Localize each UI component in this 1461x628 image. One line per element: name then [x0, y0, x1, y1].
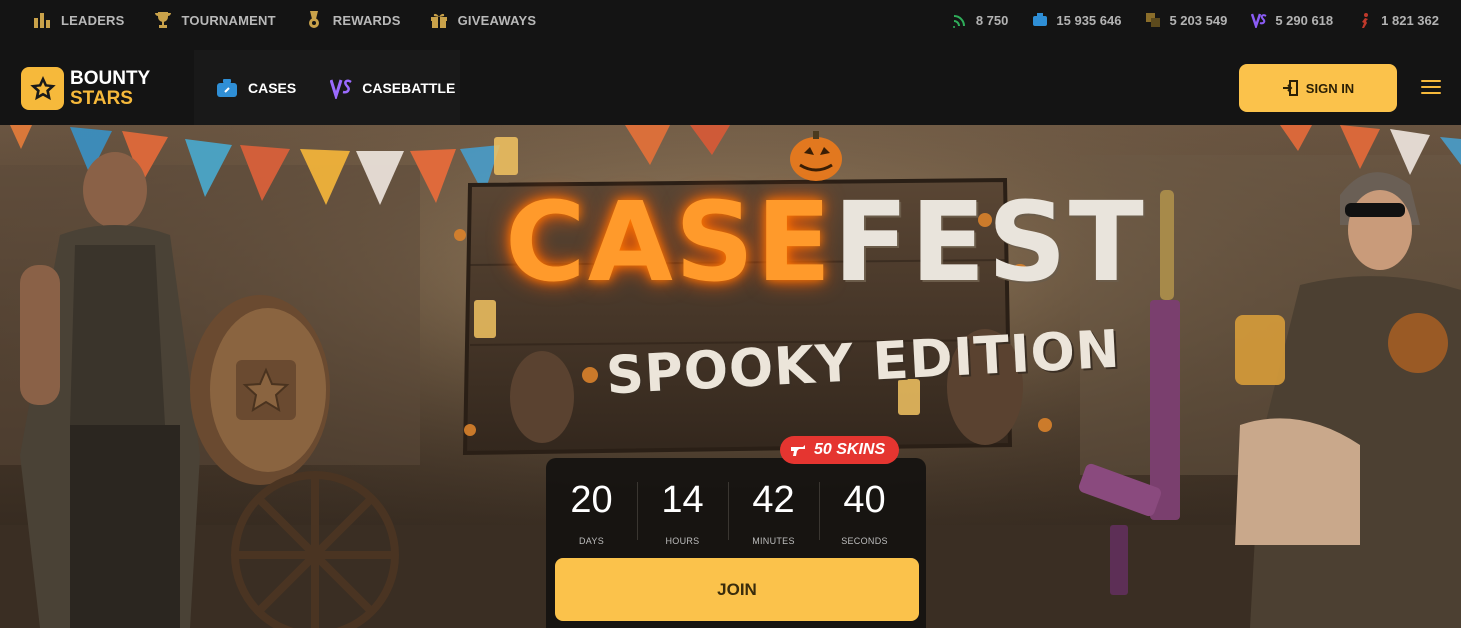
stat-users: 1 821 362 — [1357, 12, 1439, 28]
medal-icon — [308, 11, 319, 28]
stat-casebattles-value: 5 290 618 — [1275, 12, 1334, 28]
casefest-title: CASEFEST — [505, 187, 1146, 297]
sign-in-button[interactable]: SIGN IN — [1239, 64, 1397, 112]
timer-hours-label: HOURS — [665, 536, 700, 546]
menu-icon[interactable] — [1421, 80, 1441, 96]
nav-casebattle[interactable]: CASEBATTLE — [330, 77, 455, 99]
topnav-tournament-label: TOURNAMENT — [181, 12, 276, 28]
timer-minutes: 42 MINUTES — [728, 478, 819, 546]
stat-users-value: 1 821 362 — [1381, 12, 1439, 28]
sign-in-label: SIGN IN — [1305, 80, 1355, 96]
timer-hours: 14 HOURS — [637, 478, 728, 546]
casebattle-icon — [1251, 13, 1267, 28]
timer-seconds: 40 SECONDS — [819, 478, 910, 546]
stat-online: 8 750 — [952, 12, 1009, 28]
skins-badge: 50 SKINS — [780, 436, 900, 464]
timer-days: 20 DAYS — [546, 478, 637, 546]
topnav-tournament[interactable]: TOURNAMENT — [153, 10, 276, 30]
timer-seconds-label: SECONDS — [841, 536, 888, 546]
topnav-giveaways-label: GIVEAWAYS — [457, 12, 537, 28]
topnav-rewards[interactable]: REWARDS — [304, 10, 401, 30]
timer-hours-value: 14 — [661, 479, 704, 521]
main-header: BOUNTY STARS CASES CASEBATTLE SIGN IN — [0, 50, 1461, 125]
online-signal-icon — [952, 15, 965, 28]
star-logo-icon — [21, 67, 64, 110]
left-barrel — [190, 295, 330, 485]
nav-casebattle-label: CASEBATTLE — [362, 79, 456, 96]
title-fest: FEST — [833, 178, 1146, 306]
brand-line2: STARS — [70, 87, 133, 109]
topnav-rewards-label: REWARDS — [332, 12, 401, 28]
sign-in-icon — [1282, 80, 1298, 96]
stat-upgrades: 5 203 549 — [1145, 12, 1227, 28]
timer-minutes-value: 42 — [752, 479, 795, 521]
stat-upgrades-value: 5 203 549 — [1169, 12, 1228, 28]
brand-logo[interactable]: BOUNTY STARS — [21, 67, 150, 110]
timer-days-label: DAYS — [578, 536, 605, 546]
topnav-giveaways[interactable]: GIVEAWAYS — [429, 10, 537, 30]
leaders-icon — [34, 13, 50, 28]
gift-icon — [430, 13, 447, 28]
topnav-leaders[interactable]: LEADERS — [32, 10, 125, 30]
casefest-banner[interactable]: CASEFEST SPOOKY EDITION 50 SKINS 20 DAYS… — [0, 125, 1461, 628]
upgrade-icon — [1146, 13, 1161, 27]
countdown-panel: 20 DAYS 14 HOURS 42 MINUTES 40 SECONDS J… — [546, 458, 926, 628]
site-stats: 8 750 15 935 646 5 203 549 5 290 618 1 8… — [952, 12, 1439, 28]
topnav-leaders-label: LEADERS — [61, 12, 125, 28]
lantern — [494, 137, 518, 175]
trophy-icon — [154, 12, 171, 28]
gun-icon — [791, 445, 805, 456]
stat-online-value: 8 750 — [975, 12, 1009, 28]
timer-minutes-label: MINUTES — [752, 536, 795, 546]
brand-line1: BOUNTY — [70, 67, 151, 89]
stat-cases-value: 15 935 646 — [1056, 12, 1122, 28]
case-icon — [1033, 13, 1048, 26]
skins-badge-label: 50 SKINS — [814, 441, 886, 458]
top-nav: LEADERS TOURNAMENT REWARDS GIVEAWAYS — [32, 10, 536, 30]
nav-cases[interactable]: CASES — [216, 77, 296, 99]
main-nav: CASES CASEBATTLE — [194, 50, 460, 125]
timer-days-value: 20 — [570, 479, 613, 521]
nav-cases-label: CASES — [248, 79, 297, 96]
stat-casebattles: 5 290 618 — [1251, 12, 1333, 28]
versus-icon — [330, 79, 352, 99]
cases-icon — [217, 78, 237, 97]
stat-cases: 15 935 646 — [1032, 12, 1121, 28]
user-icon — [1362, 13, 1369, 28]
join-button[interactable]: JOIN — [555, 558, 919, 621]
title-case: CASE — [505, 178, 834, 306]
timer-seconds-value: 40 — [843, 479, 886, 521]
top-bar: LEADERS TOURNAMENT REWARDS GIVEAWAYS 8 7… — [0, 0, 1461, 40]
